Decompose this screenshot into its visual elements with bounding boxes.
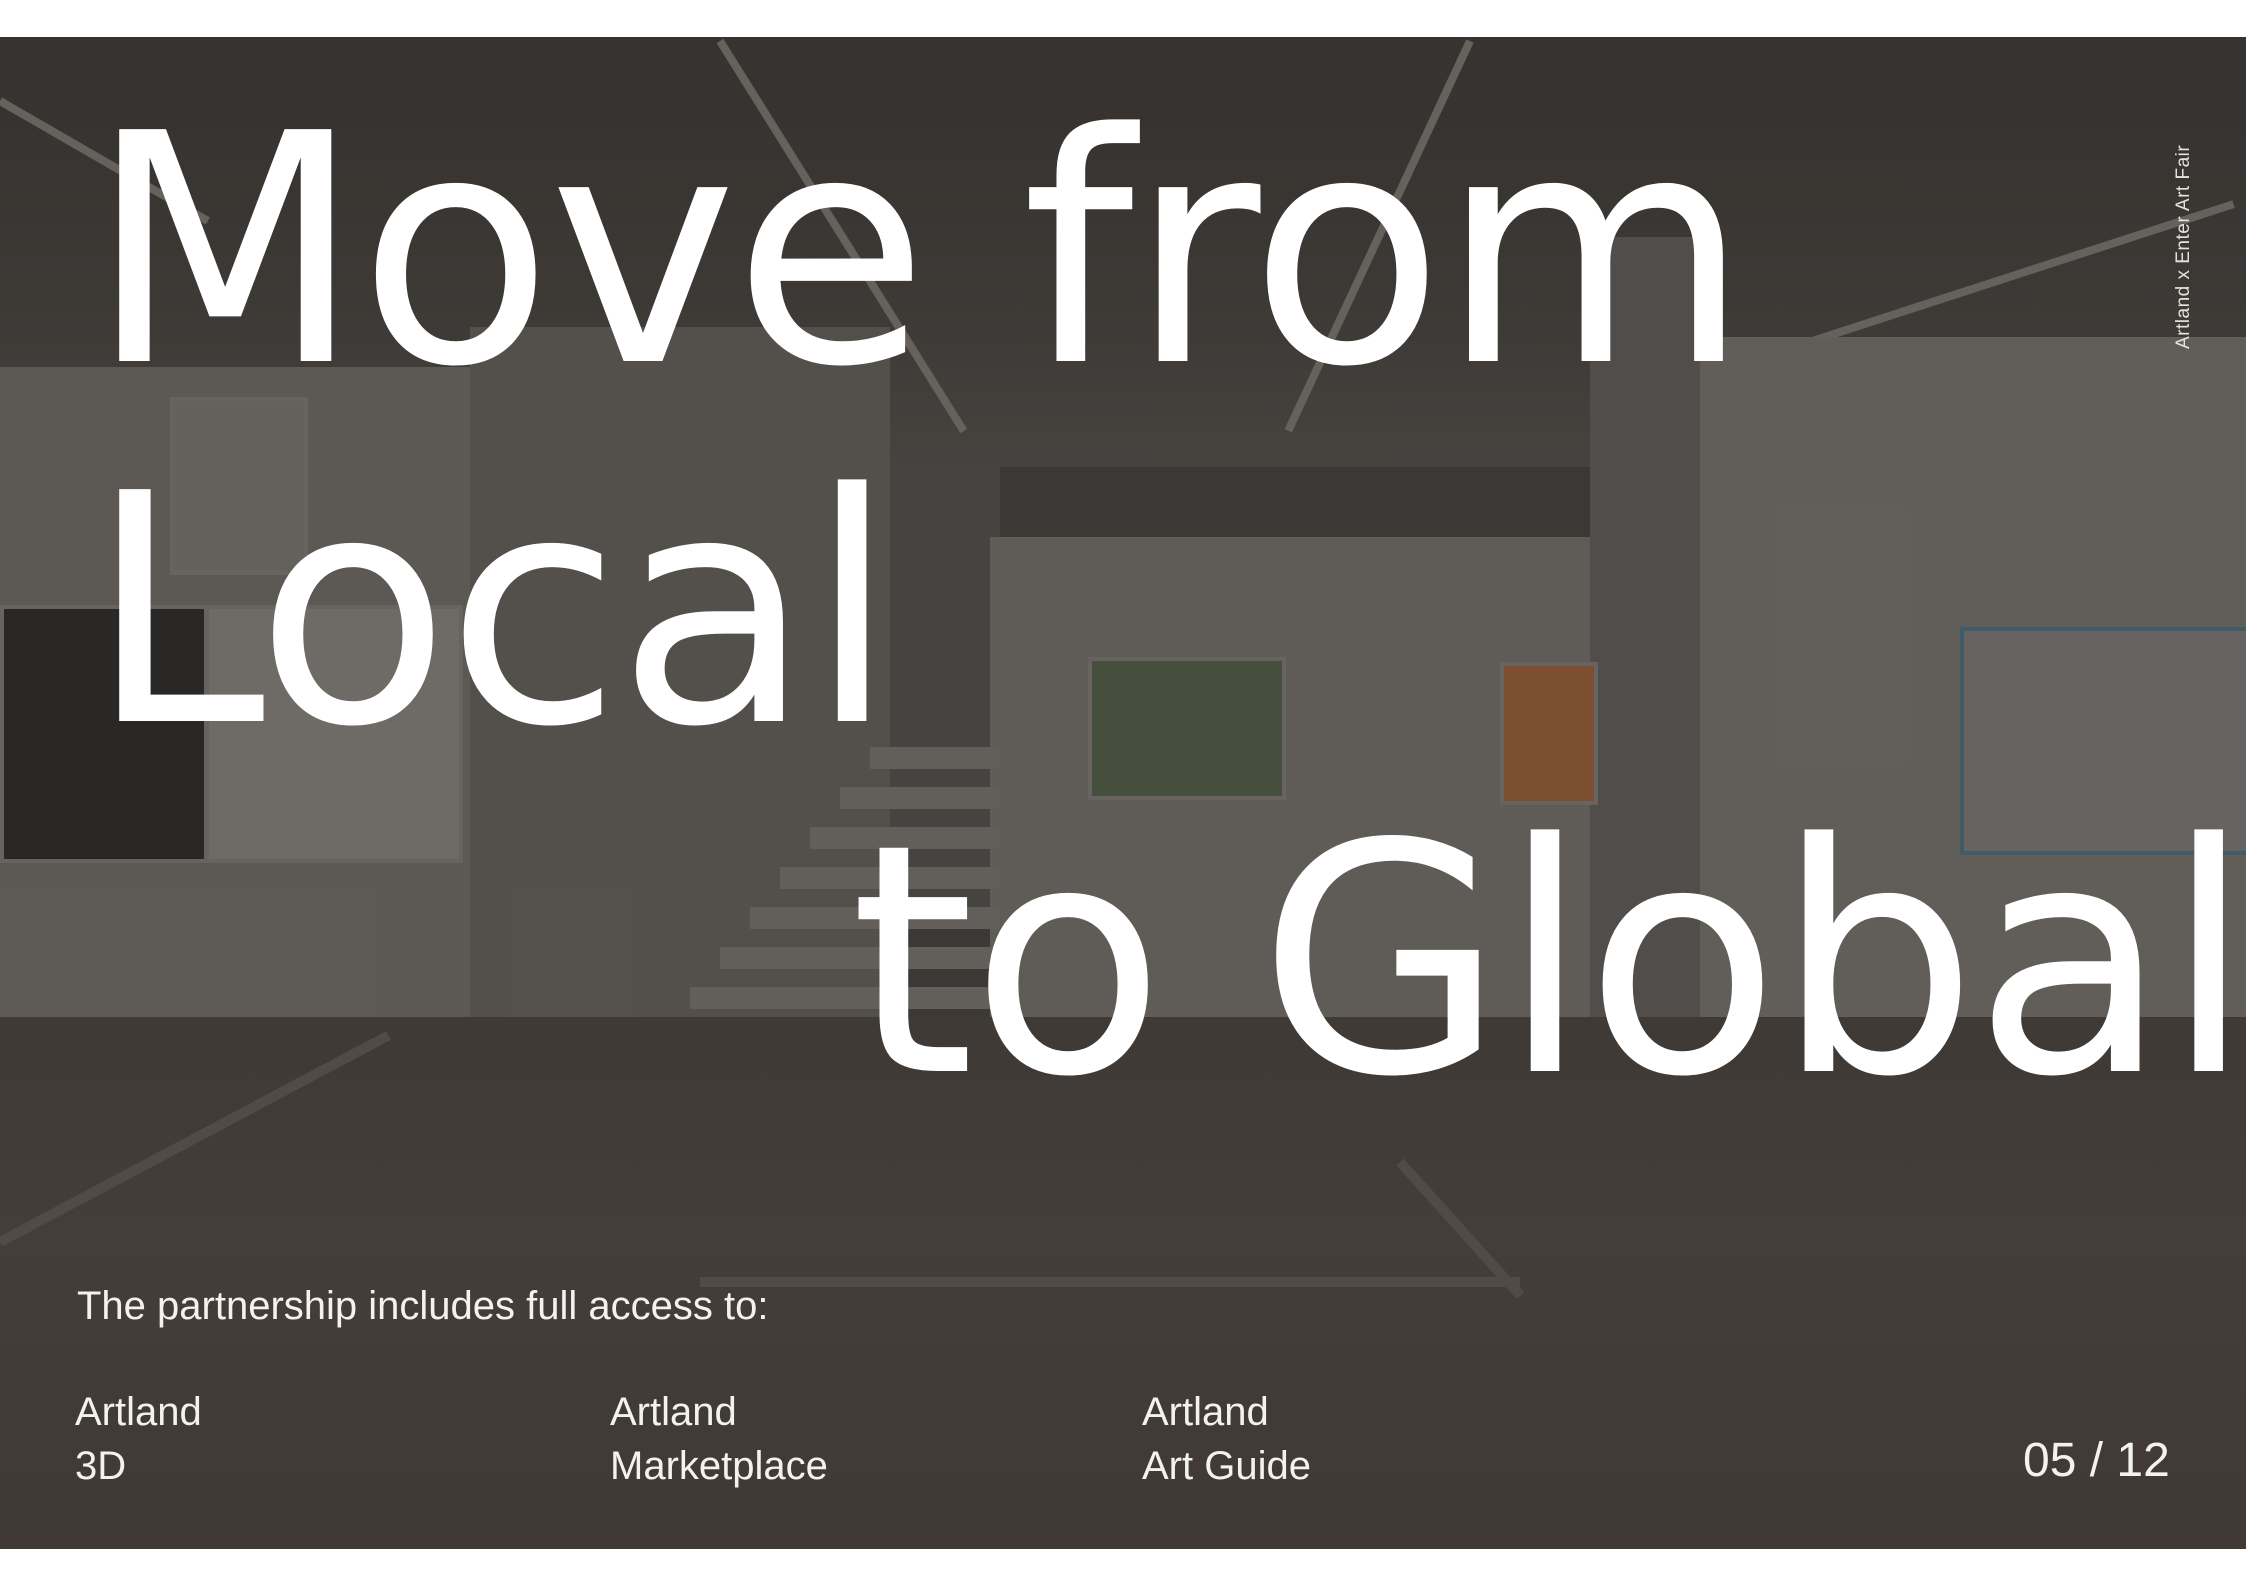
side-label: Artland x Enter Art Fair: [2173, 144, 2194, 349]
headline-line-1: Move from: [88, 66, 1750, 436]
page-number: 05 / 12: [2023, 1434, 2170, 1487]
product-type: 3D: [75, 1444, 127, 1488]
product-type: Marketplace: [610, 1444, 828, 1488]
headline-line-2: Local: [88, 426, 896, 796]
product-name: Artland: [75, 1390, 202, 1434]
intro-text: The partnership includes full access to:: [77, 1284, 769, 1328]
product-artland-3d: Artland 3D: [75, 1385, 202, 1493]
headline-line-3: to Global: [850, 776, 2246, 1146]
product-name: Artland: [610, 1390, 737, 1434]
product-artland-marketplace: Artland Marketplace: [610, 1385, 828, 1493]
product-type: Art Guide: [1142, 1444, 1311, 1488]
product-name: Artland: [1142, 1390, 1269, 1434]
slide: Move from Local to Global Artland x Ente…: [0, 37, 2246, 1549]
product-artland-art-guide: Artland Art Guide: [1142, 1385, 1311, 1493]
